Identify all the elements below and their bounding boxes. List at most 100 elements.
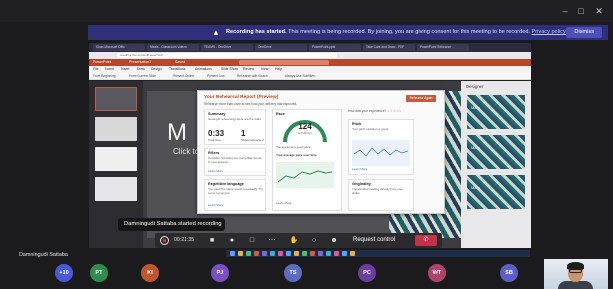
participant-avatar[interactable]: KI	[141, 264, 159, 282]
hang-up-button[interactable]: ✆	[415, 235, 437, 246]
share-icon[interactable]: □	[247, 236, 257, 245]
ribbon-tab[interactable]: File	[93, 67, 98, 72]
microphone-icon[interactable]: ●	[227, 236, 237, 245]
browser-tab[interactable]: Khan Microsoft Offic	[93, 44, 145, 51]
slide-subtitle-placeholder[interactable]: Click to	[173, 147, 199, 156]
participant-avatar[interactable]: SB	[500, 264, 518, 282]
url-field[interactable]: onedrive.live.com/edit.aspx?cid=...	[117, 53, 337, 58]
slide-thumbnail[interactable]	[95, 147, 137, 171]
participant-video[interactable]	[544, 259, 608, 289]
document-name: Presentation1	[129, 60, 152, 64]
designer-pane: Designer Mark Mark Mark	[461, 81, 531, 248]
taskbar-app-icon	[334, 251, 339, 256]
rating-stars[interactable]: ☆☆☆☆☆	[387, 109, 401, 113]
from-beginning-button[interactable]: From Beginning	[93, 74, 116, 79]
browser-tab[interactable]: OneDrive	[255, 44, 307, 51]
more-options-icon[interactable]: ⋯	[267, 236, 277, 245]
participant-avatar[interactable]: PJ	[211, 264, 229, 282]
ribbon-tab[interactable]: Home	[105, 67, 114, 72]
browser-tab[interactable]: PowerPoint.pptx	[309, 44, 361, 51]
privacy-policy-link[interactable]: Privacy policy	[532, 29, 566, 35]
chat-icon[interactable]: ○	[309, 236, 319, 245]
pace-value: 124	[298, 122, 312, 131]
present-live-button[interactable]: Present Live	[207, 74, 225, 79]
window-title-bar: – □ ✕	[0, 0, 613, 22]
participant-avatar[interactable]: WT	[428, 264, 446, 282]
ribbon-tab[interactable]: Animations	[195, 67, 212, 72]
participants-icon[interactable]: ☻	[329, 236, 339, 245]
browser-tab[interactable]: Meals - Classroom videos	[147, 44, 199, 51]
pace-learn-more-link[interactable]: Learn More	[276, 201, 291, 206]
present-online-button[interactable]: Present Online	[173, 74, 194, 79]
participant-avatar[interactable]: +10	[55, 264, 73, 282]
pace-graph-label: Your average pace over time	[276, 153, 317, 157]
pitch-card: Pitch Your pitch variation is good. Lear…	[348, 119, 414, 175]
pace-unit: words/min	[298, 131, 312, 135]
participant-glasses	[569, 269, 582, 273]
design-idea-card[interactable]: Mark	[467, 95, 525, 129]
recording-started-text: Damningudi Sattaba started recording	[124, 221, 222, 227]
participant-avatar[interactable]: PT	[90, 264, 108, 282]
ribbon-tab[interactable]: View	[261, 67, 268, 72]
close-button[interactable]: ✕	[592, 6, 606, 16]
ribbon-tab[interactable]: Transitions	[169, 67, 185, 72]
fillers-learn-more-link[interactable]: Learn More	[208, 169, 223, 174]
slide-thumbnail[interactable]	[95, 117, 137, 141]
recording-banner: ▲ Recording has started. This meeting is…	[88, 25, 608, 40]
pitch-learn-more-link[interactable]: Learn More	[352, 167, 367, 172]
ribbon-tabs: File Home Insert Draw Design Transitions…	[89, 66, 531, 73]
taskbar-app-icon	[302, 251, 307, 256]
dismiss-button[interactable]: Dismiss	[566, 27, 602, 38]
taskbar-app-icon	[350, 251, 355, 256]
rehearse-with-coach-button[interactable]: Rehearse with Coach	[237, 74, 267, 79]
ribbon-tab[interactable]: Draw	[137, 67, 145, 72]
slide-thumbnail[interactable]	[95, 87, 137, 111]
pitch-line	[353, 147, 409, 157]
repetitive-learn-more-link[interactable]: Learn More	[208, 203, 223, 208]
browser-tab[interactable]: PowerPoint Rehearse	[417, 44, 469, 51]
pitch-graph	[352, 140, 410, 166]
teams-meeting-window: – □ ✕ ▲ Recording has started. This meet…	[0, 0, 613, 289]
ribbon-tab[interactable]: Help	[275, 67, 282, 72]
camera-icon[interactable]: ■	[207, 236, 217, 245]
taskbar-app-icon	[326, 251, 331, 256]
experience-rating: How was your experience? ☆☆☆☆☆	[348, 109, 402, 113]
raise-hand-icon[interactable]: ✋	[289, 236, 299, 245]
powerpoint-title-bar: PowerPoint Presentation1 Saved	[89, 59, 531, 66]
minimize-button[interactable]: –	[558, 6, 572, 16]
taskbar-app-icon	[246, 251, 251, 256]
ribbon-search-box[interactable]	[239, 60, 329, 65]
browser-tab[interactable]: TEAMS - OneDrive	[201, 44, 253, 51]
ribbon-tab-slide-show[interactable]: Slide Show	[221, 67, 238, 72]
taskbar-app-icon	[318, 251, 323, 256]
originality-text: You avoided reading directly from your s…	[352, 187, 404, 195]
ribbon-tab[interactable]: Design	[151, 67, 162, 72]
repetitive-language-card: Repetitive language You used the same wo…	[204, 179, 266, 211]
design-idea-card[interactable]: Mark	[467, 135, 525, 169]
total-time-value: 0:33	[208, 129, 225, 138]
slide-thumbnail[interactable]	[95, 177, 137, 201]
slide-title[interactable]: M	[167, 119, 187, 147]
presenter-name: Damningudi Sattaba	[19, 252, 68, 258]
pitch-text: Your pitch variation is good.	[352, 127, 389, 131]
recording-banner-text: Recording has started. This meeting is b…	[226, 28, 566, 37]
taskbar-app-icon	[230, 251, 235, 256]
rehearse-again-button[interactable]: Rehearse Again	[406, 95, 436, 102]
ribbon-tab[interactable]: Review	[243, 67, 254, 72]
save-status: Saved	[175, 60, 186, 64]
from-current-slide-button[interactable]: From Current Slide	[129, 74, 156, 79]
always-use-subtitles-button[interactable]: Always Use Subtitles	[285, 74, 315, 79]
request-control-button[interactable]: Request control	[353, 236, 395, 245]
originality-card: Originality You avoided reading directly…	[348, 179, 414, 211]
design-idea-card[interactable]: Mark	[467, 175, 525, 209]
ribbon-tab[interactable]: Insert	[121, 67, 129, 72]
browser-tab[interactable]: Take Care and Draw - PDF	[363, 44, 415, 51]
warning-icon: ▲	[212, 28, 220, 37]
summary-text: Great job rehearsing! Here are the stats…	[208, 117, 262, 121]
taskbar-app-icon	[310, 251, 315, 256]
participant-avatar[interactable]: PC	[358, 264, 376, 282]
report-subtitle: Rehearse more than once to see how your …	[204, 102, 298, 106]
taskbar-app-icon	[286, 251, 291, 256]
participant-avatar[interactable]: TS	[284, 264, 302, 282]
maximize-button[interactable]: □	[574, 6, 588, 16]
